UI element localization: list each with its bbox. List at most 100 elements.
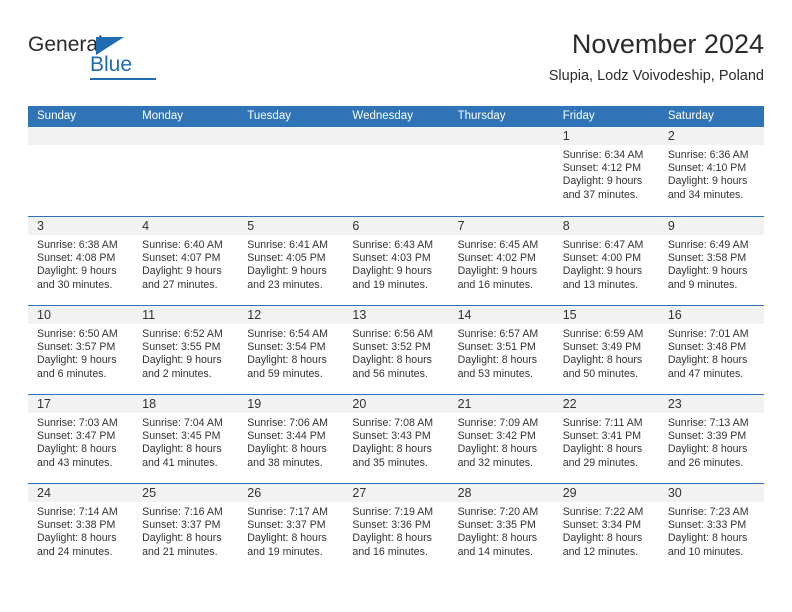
calendar-day-cell-empty [343,127,449,216]
daylight-text-line1: Daylight: 8 hours [37,532,117,545]
daylight-text-line2: and 27 minutes. [142,278,218,291]
daylight-text-line2: and 47 minutes. [667,367,744,380]
daylight-text-line2: and 35 minutes. [352,456,428,469]
day-number: 4 [142,219,150,233]
day-number: 25 [142,486,157,500]
calendar-day-cell[interactable]: 23 Sunrise: 7:13 AM Sunset: 3:39 PM Dayligh… [658,395,764,483]
calendar-day-cell[interactable]: 22 Sunrise: 7:11 AM Sunset: 3:41 PM Dayligh… [553,395,659,483]
day-number: 27 [352,486,367,500]
sunset-text: Sunset: 3:42 PM [457,430,536,443]
day-number-band [238,127,344,145]
sunset-text: Sunset: 3:52 PM [352,341,431,354]
title-block: November 2024 Slupia, Lodz Voivodeship, … [549,28,764,86]
calendar-day-cell[interactable]: 7 Sunrise: 6:45 AM Sunset: 4:02 PM Daylight… [448,217,554,305]
general-blue-logo[interactable]: General Blue [28,34,158,86]
calendar-day-cell[interactable]: 10 Sunrise: 6:50 AM Sunset: 3:57 PM Dayligh… [28,306,134,394]
day-number: 2 [667,129,675,143]
daylight-text-line2: and 6 minutes. [37,367,107,380]
weekday-header-thursday: Thursday [457,110,506,122]
sunset-text: Sunset: 3:45 PM [142,430,221,443]
sunrise-text: Sunrise: 6:36 AM [667,149,749,161]
calendar-day-cell[interactable]: 16 Sunrise: 7:01 AM Sunset: 3:48 PM Dayligh… [658,306,764,394]
sunset-text: Sunset: 4:12 PM [562,162,642,175]
sunset-text: Sunset: 3:34 PM [562,519,642,532]
day-number-band: 4 [133,217,239,235]
daylight-text-line1: Daylight: 8 hours [562,532,643,545]
calendar-day-cell[interactable]: 14 Sunrise: 6:57 AM Sunset: 3:51 PM Dayligh… [448,306,554,394]
calendar-day-cell[interactable]: 15 Sunrise: 6:59 AM Sunset: 3:49 PM Dayligh… [553,306,659,394]
calendar-day-cell[interactable]: 13 Sunrise: 6:56 AM Sunset: 3:52 PM Dayligh… [343,306,449,394]
daylight-text-line1: Daylight: 8 hours [562,443,643,456]
sunrise-text: Sunrise: 7:13 AM [667,417,749,429]
calendar-day-cell[interactable]: 9 Sunrise: 6:49 AM Sunset: 3:58 PM Daylight… [658,217,764,305]
sunset-text: Sunset: 4:00 PM [562,252,642,265]
logo-underline [90,78,156,80]
sunrise-text: Sunrise: 6:59 AM [562,328,644,340]
day-number-band: 16 [658,306,764,324]
sunrise-text: Sunrise: 6:43 AM [352,239,434,251]
weekday-header-wednesday: Wednesday [352,110,413,122]
daylight-text-line2: and 13 minutes. [562,278,639,291]
calendar-day-cell[interactable]: 24 Sunrise: 7:14 AM Sunset: 3:38 PM Dayligh… [28,484,134,572]
daylight-text-line2: and 16 minutes. [352,545,428,558]
day-number-band: 30 [658,484,764,502]
daylight-text-line2: and 32 minutes. [457,456,533,469]
day-number-band: 24 [28,484,134,502]
daylight-text-line1: Daylight: 9 hours [562,265,643,278]
calendar-week-row: 17 Sunrise: 7:03 AM Sunset: 3:47 PM Dayligh… [28,394,764,483]
calendar-day-cell-empty [448,127,554,216]
day-sun-info: Sunrise: 7:17 AM Sunset: 3:37 PM Daylight:… [238,502,343,559]
calendar-day-cell[interactable]: 8 Sunrise: 6:47 AM Sunset: 4:00 PM Daylight… [553,217,659,305]
calendar-day-cell[interactable]: 29 Sunrise: 7:22 AM Sunset: 3:34 PM Dayligh… [553,484,659,572]
calendar-day-cell[interactable]: 17 Sunrise: 7:03 AM Sunset: 3:47 PM Dayligh… [28,395,134,483]
calendar-day-cell[interactable]: 4 Sunrise: 6:40 AM Sunset: 4:07 PM Daylight… [133,217,239,305]
sunrise-text: Sunrise: 7:03 AM [37,417,118,429]
sunrise-text: Sunrise: 6:41 AM [247,239,328,251]
calendar-day-cell[interactable]: 25 Sunrise: 7:16 AM Sunset: 3:37 PM Dayligh… [133,484,239,572]
sunrise-text: Sunrise: 6:38 AM [37,239,118,251]
calendar-day-cell[interactable]: 18 Sunrise: 7:04 AM Sunset: 3:45 PM Dayligh… [133,395,239,483]
calendar-day-cell[interactable]: 11 Sunrise: 6:52 AM Sunset: 3:55 PM Dayligh… [133,306,239,394]
weekday-header-saturday: Saturday [667,110,714,122]
calendar-day-cell[interactable]: 2 Sunrise: 6:36 AM Sunset: 4:10 PM Daylight… [658,127,764,216]
sunset-text: Sunset: 3:44 PM [247,430,326,443]
calendar-day-cell[interactable]: 20 Sunrise: 7:08 AM Sunset: 3:43 PM Dayligh… [343,395,449,483]
sunset-text: Sunset: 3:48 PM [667,341,747,354]
sunrise-text: Sunrise: 7:19 AM [352,506,434,518]
daylight-text-line1: Daylight: 8 hours [247,443,327,456]
daylight-text-line2: and 19 minutes. [352,278,428,291]
daylight-text-line1: Daylight: 8 hours [667,532,748,545]
sunrise-text: Sunrise: 7:17 AM [247,506,328,518]
calendar-day-cell[interactable]: 12 Sunrise: 6:54 AM Sunset: 3:54 PM Dayligh… [238,306,344,394]
day-sun-info: Sunrise: 6:34 AM Sunset: 4:12 PM Daylight:… [554,145,659,202]
calendar-day-cell[interactable]: 6 Sunrise: 6:43 AM Sunset: 4:03 PM Daylight… [343,217,449,305]
sunrise-text: Sunrise: 6:52 AM [142,328,223,340]
day-sun-info: Sunrise: 7:20 AM Sunset: 3:35 PM Daylight:… [449,502,554,559]
day-number-band [133,127,239,145]
day-sun-info: Sunrise: 7:09 AM Sunset: 3:42 PM Daylight:… [449,413,554,470]
calendar-day-cell[interactable]: 26 Sunrise: 7:17 AM Sunset: 3:37 PM Dayligh… [238,484,344,572]
day-number: 3 [37,219,44,233]
day-number: 7 [457,219,465,233]
day-sun-info: Sunrise: 7:01 AM Sunset: 3:48 PM Daylight:… [659,324,764,381]
weekday-header-monday: Monday [142,110,184,122]
calendar-day-cell[interactable]: 27 Sunrise: 7:19 AM Sunset: 3:36 PM Dayligh… [343,484,449,572]
day-number-band: 6 [343,217,449,235]
calendar-day-cell[interactable]: 1 Sunrise: 6:34 AM Sunset: 4:12 PM Daylight… [553,127,659,216]
daylight-text-line2: and 24 minutes. [37,545,113,558]
calendar-day-cell[interactable]: 30 Sunrise: 7:23 AM Sunset: 3:33 PM Dayligh… [658,484,764,572]
calendar-day-cell[interactable]: 21 Sunrise: 7:09 AM Sunset: 3:42 PM Dayligh… [448,395,554,483]
calendar-day-cell[interactable]: 19 Sunrise: 7:06 AM Sunset: 3:44 PM Dayligh… [238,395,344,483]
page-header: General Blue November 2024 Slupia, Lodz … [28,28,764,100]
calendar-day-cell[interactable]: 5 Sunrise: 6:41 AM Sunset: 4:05 PM Daylight… [238,217,344,305]
sunrise-text: Sunrise: 7:06 AM [247,417,328,429]
day-number-band: 19 [238,395,344,413]
calendar-day-cell[interactable]: 28 Sunrise: 7:20 AM Sunset: 3:35 PM Dayligh… [448,484,554,572]
day-number-band [343,127,449,145]
day-number: 23 [667,397,682,411]
daylight-text-line2: and 2 minutes. [142,367,212,380]
daylight-text-line1: Daylight: 8 hours [352,532,432,545]
day-number: 29 [562,486,577,500]
sunset-text: Sunset: 3:38 PM [37,519,116,532]
calendar-day-cell[interactable]: 3 Sunrise: 6:38 AM Sunset: 4:08 PM Daylight… [28,217,134,305]
